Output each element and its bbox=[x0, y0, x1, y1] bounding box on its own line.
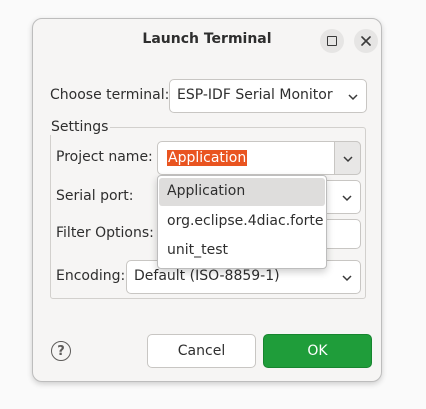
title-bar: Launch Terminal bbox=[33, 19, 381, 61]
project-name-dropdown-button[interactable] bbox=[334, 141, 361, 175]
dropdown-item-application[interactable]: Application bbox=[159, 178, 325, 206]
settings-group-title: Settings bbox=[49, 119, 111, 135]
encoding-value: Default (ISO-8859-1) bbox=[134, 268, 280, 284]
close-icon bbox=[361, 36, 371, 46]
choose-terminal-value: ESP-IDF Serial Monitor bbox=[177, 87, 333, 103]
project-name-value[interactable]: Application bbox=[167, 150, 248, 166]
project-name-combo[interactable]: Application bbox=[157, 141, 361, 175]
maximize-icon bbox=[327, 36, 337, 46]
project-dropdown-list: Application org.eclipse.4diac.forte unit… bbox=[157, 175, 327, 269]
dropdown-item-org-eclipse-4diac-forte[interactable]: org.eclipse.4diac.forte bbox=[159, 208, 325, 236]
chevron-down-icon bbox=[343, 156, 353, 163]
encoding-label: Encoding: bbox=[56, 268, 126, 284]
chevron-down-icon bbox=[348, 94, 358, 101]
help-icon: ? bbox=[57, 343, 65, 359]
chevron-down-icon bbox=[342, 195, 352, 202]
choose-terminal-select[interactable]: ESP-IDF Serial Monitor bbox=[169, 79, 367, 113]
maximize-button[interactable] bbox=[320, 29, 344, 53]
ok-button[interactable]: OK bbox=[263, 334, 372, 368]
dropdown-item-unit-test[interactable]: unit_test bbox=[159, 237, 325, 265]
filter-options-label: Filter Options: bbox=[56, 225, 154, 241]
launch-terminal-dialog: Launch Terminal Choose terminal: ESP-IDF… bbox=[32, 18, 382, 382]
help-button[interactable]: ? bbox=[51, 341, 71, 361]
cancel-button[interactable]: Cancel bbox=[147, 334, 256, 368]
serial-port-label: Serial port: bbox=[56, 188, 134, 204]
project-name-label: Project name: bbox=[56, 149, 153, 165]
choose-terminal-label: Choose terminal: bbox=[50, 87, 170, 103]
close-button[interactable] bbox=[354, 29, 378, 53]
chevron-down-icon bbox=[342, 275, 352, 282]
